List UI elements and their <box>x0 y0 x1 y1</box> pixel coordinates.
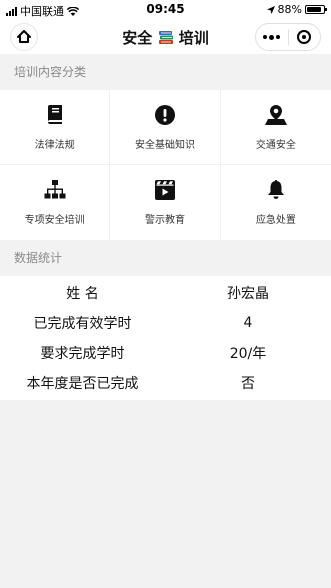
stats-table: 姓 名 孙宏晶 已完成有效学时 4 要求完成学时 20/年 本年度是否已完成 否 <box>0 276 331 400</box>
stat-key: 要求完成学时 <box>40 346 125 362</box>
stats-section-title: 数据统计 <box>14 251 63 265</box>
category-grid: 法律法规 安全基础知识 交通安全 专项安全培训 警示教育 应急处置 <box>0 90 331 240</box>
close-circle-icon <box>297 30 312 44</box>
status-right: 88% <box>266 3 327 16</box>
exclamation-circle-icon <box>154 104 175 126</box>
category-item-safety-basics[interactable]: 安全基础知识 <box>110 90 221 165</box>
location-arrow-icon <box>266 5 275 14</box>
category-label: 法律法规 <box>34 140 75 151</box>
category-label: 安全基础知识 <box>134 140 195 151</box>
battery-percent: 88% <box>277 3 302 16</box>
stat-row: 要求完成学时 20/年 <box>0 338 331 368</box>
bell-icon <box>266 179 286 201</box>
status-bar: 中国联通 09:45 88% <box>0 0 331 18</box>
film-icon <box>154 179 175 201</box>
category-item-traffic-safety[interactable]: 交通安全 <box>220 90 331 165</box>
nav-bar: 安全 培训 <box>0 18 331 54</box>
category-item-laws[interactable]: 法律法规 <box>0 90 111 165</box>
sitemap-icon <box>44 179 66 201</box>
category-section-title: 培训内容分类 <box>14 65 87 79</box>
battery-icon <box>305 5 327 14</box>
category-label: 专项安全培训 <box>24 215 85 226</box>
stat-key: 姓 名 <box>66 286 99 302</box>
category-label: 应急处置 <box>255 215 296 226</box>
stat-key: 本年度是否已完成 <box>26 376 139 392</box>
stat-value: 20/年 <box>229 346 267 362</box>
stat-value: 4 <box>243 315 253 331</box>
stat-value: 否 <box>241 376 255 392</box>
stat-key: 已完成有效学时 <box>33 316 132 332</box>
capsule-menu <box>255 23 321 51</box>
battery-fill <box>307 7 321 12</box>
stat-row: 姓 名 孙宏晶 <box>0 278 331 308</box>
more-button[interactable] <box>256 34 288 40</box>
stat-row: 已完成有效学时 4 <box>0 308 331 338</box>
category-item-emergency-response[interactable]: 应急处置 <box>221 165 331 240</box>
more-dots-icon <box>263 34 281 40</box>
books-icon <box>158 31 173 44</box>
stat-row: 本年度是否已完成 否 <box>0 368 331 398</box>
book-icon <box>47 104 63 126</box>
page-title-right: 培训 <box>178 29 209 47</box>
map-marker-icon <box>264 104 287 126</box>
page-title-left: 安全 <box>122 29 153 47</box>
category-label: 交通安全 <box>255 140 296 151</box>
category-label: 警示教育 <box>144 215 185 226</box>
stat-value: 孙宏晶 <box>227 286 269 302</box>
close-button[interactable] <box>289 30 321 44</box>
category-item-special-training[interactable]: 专项安全培训 <box>0 165 111 240</box>
category-item-warning-education[interactable]: 警示教育 <box>110 165 221 240</box>
